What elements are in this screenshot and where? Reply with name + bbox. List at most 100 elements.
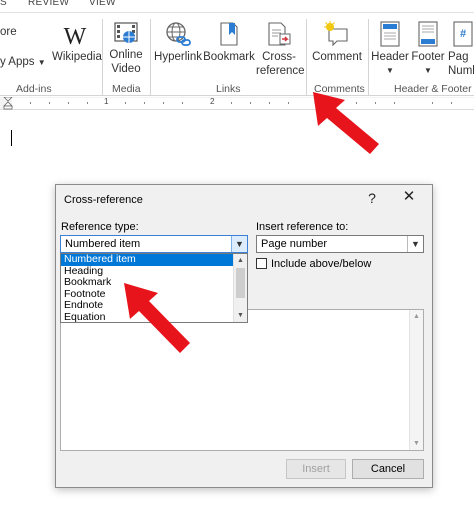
red-arrow-icon [124, 283, 190, 353]
ruler-tick [144, 102, 145, 104]
for-which-list[interactable]: ▲ ▼ [60, 309, 424, 451]
ruler-tick [269, 102, 270, 104]
tab-fragment[interactable]: S [0, 0, 7, 8]
insert-button[interactable]: Insert [286, 459, 346, 479]
help-button[interactable]: ? [364, 190, 380, 206]
dropdown-arrow-icon: ▼ [386, 66, 394, 75]
red-arrow-icon [313, 92, 379, 154]
cross-reference-dialog: Cross-reference ? ✕ Reference type: Numb… [55, 184, 433, 488]
cross-reference-icon [268, 22, 291, 46]
group-label-header-footer: Header & Footer [394, 83, 472, 95]
scroll-thumb[interactable] [236, 268, 245, 298]
bookmark-label: Bookmark [203, 51, 255, 63]
page-number-icon: # [453, 21, 473, 47]
include-above-below-label: Include above/below [271, 258, 372, 270]
dropdown-scrollbar[interactable]: ▲ ▼ [233, 254, 247, 322]
scroll-down-icon[interactable]: ▼ [410, 437, 423, 450]
close-icon[interactable]: ✕ [401, 189, 417, 205]
cross-reference-button[interactable]: Cross- reference [256, 21, 305, 78]
insert-reference-value: Page number [261, 238, 328, 250]
online-video-label-2: Video [111, 63, 141, 75]
ruler-tick [182, 102, 183, 104]
wikipedia-icon: W [64, 24, 87, 47]
ruler-tick [30, 102, 31, 104]
svg-text:W: W [64, 24, 87, 47]
scroll-down-icon[interactable]: ▼ [234, 309, 247, 322]
hyperlink-label: Hyperlink [154, 51, 202, 63]
ruler-tick [250, 102, 251, 104]
group-separator [368, 19, 369, 95]
insert-reference-select[interactable]: Page number ▼ [256, 235, 424, 253]
header-icon [380, 21, 400, 47]
online-video-icon [114, 22, 138, 43]
reference-type-select[interactable]: Numbered item ▼ [60, 235, 248, 253]
footer-icon [418, 21, 438, 47]
ruler-tick [432, 102, 433, 104]
ruler-tick [125, 102, 126, 104]
tab-view[interactable]: VIEW [89, 0, 116, 8]
hyperlink-button[interactable]: Hyperlink [153, 21, 203, 64]
ruler-tick [288, 102, 289, 104]
wikipedia-label: Wikipedia [52, 51, 102, 63]
page-number-label-1: Pag [448, 51, 469, 63]
scroll-up-icon[interactable]: ▲ [410, 310, 423, 323]
horizontal-ruler[interactable]: 1 2 3 [0, 97, 474, 110]
comment-label: Comment [312, 51, 362, 63]
ruler-tick [163, 102, 164, 104]
scroll-up-icon[interactable]: ▲ [234, 254, 247, 267]
store-label: ore [0, 26, 17, 38]
group-separator [150, 19, 151, 95]
list-item-numbered-item[interactable]: Numbered item [61, 254, 247, 266]
footer-label: Footer [411, 51, 445, 63]
my-apps-text: y Apps [0, 56, 35, 68]
reference-type-label: Reference type: [61, 221, 139, 233]
header-button[interactable]: Header ▼ [370, 21, 410, 78]
comment-button[interactable]: Comment [310, 21, 364, 64]
tab-review[interactable]: REVIEW [28, 0, 69, 8]
indent-marker-icon[interactable] [3, 97, 13, 110]
ruler-mark-2: 2 [210, 97, 215, 106]
bookmark-button[interactable]: Bookmark [203, 21, 255, 64]
my-apps-button[interactable]: y Apps ▼ [0, 55, 46, 70]
header-text: Header [371, 51, 409, 63]
text-cursor [11, 130, 12, 146]
header-label: Header [370, 50, 410, 64]
ruler-tick [394, 102, 395, 104]
cross-reference-label-2: reference [256, 65, 305, 77]
ruler-tick [68, 102, 69, 104]
chevron-down-icon[interactable]: ▼ [231, 236, 247, 252]
page-number-button[interactable]: # Pag Numb [448, 21, 474, 78]
chevron-down-icon[interactable]: ▼ [407, 236, 423, 252]
ruler-text-area [12, 98, 474, 109]
cross-reference-label-1: Cross- [262, 51, 296, 63]
ruler-tick [451, 102, 452, 104]
group-separator [306, 19, 307, 95]
ribbon-tab-bar: S REVIEW VIEW [0, 0, 474, 12]
my-apps-label: y Apps ▼ [0, 55, 46, 70]
cancel-button[interactable]: Cancel [352, 459, 424, 479]
group-label-media: Media [112, 83, 141, 95]
online-video-button[interactable]: Online Video [106, 21, 146, 76]
ribbon: ore y Apps ▼ W Wikipedia Add-ins Online … [0, 12, 474, 96]
store-button[interactable]: ore [0, 25, 17, 39]
scrollbar[interactable]: ▲ ▼ [409, 310, 423, 450]
ruler-tick [49, 102, 50, 104]
footer-button[interactable]: Footer ▼ [410, 21, 446, 78]
dropdown-arrow-icon: ▼ [424, 66, 432, 75]
online-video-label-1: Online [109, 49, 143, 61]
ruler-tick [87, 102, 88, 104]
include-above-below-checkbox[interactable] [256, 258, 267, 269]
dropdown-arrow-icon: ▼ [37, 58, 46, 67]
dialog-title: Cross-reference [64, 194, 143, 206]
insert-reference-label: Insert reference to: [256, 221, 349, 233]
svg-text:#: # [460, 28, 466, 40]
reference-type-value: Numbered item [65, 238, 141, 250]
ruler-tick [231, 102, 232, 104]
ruler-mark-1: 1 [104, 97, 109, 106]
bookmark-icon [220, 22, 238, 46]
group-label-addins: Add-ins [16, 83, 52, 95]
wikipedia-button[interactable]: W Wikipedia [52, 23, 102, 64]
new-comment-icon [324, 21, 348, 47]
group-separator [102, 19, 103, 95]
hyperlink-icon [166, 22, 191, 46]
